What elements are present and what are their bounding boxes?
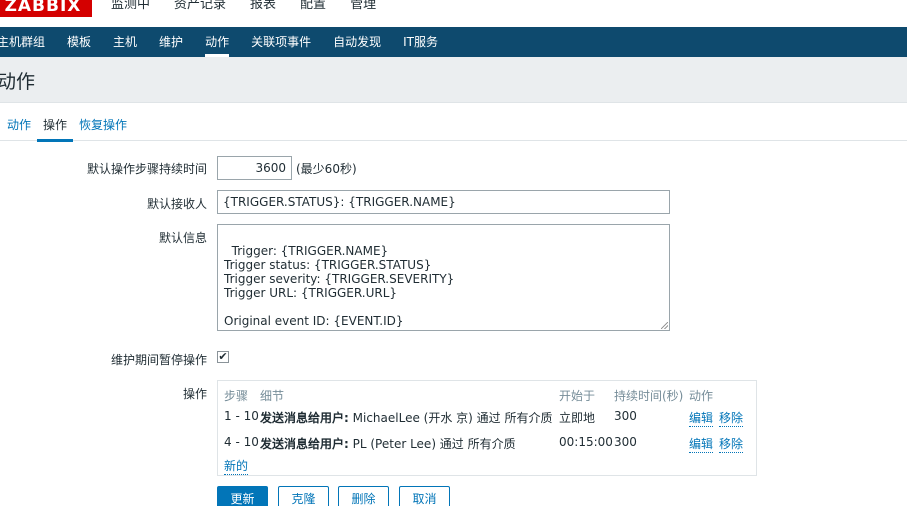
default-message-textarea[interactable]: Trigger: {TRIGGER.NAME} Trigger status: … bbox=[217, 224, 670, 331]
row-detail-text: PL (Peter Lee) 通过 所有介质 bbox=[348, 437, 516, 451]
row-start-in: 立即地 bbox=[559, 411, 596, 425]
row-start-in: 00:15:00 bbox=[559, 435, 613, 449]
new-operation-link[interactable]: 新的 bbox=[224, 457, 249, 475]
row-detail-type: 发送消息给用户: bbox=[260, 411, 349, 425]
cancel-button[interactable]: 取消 bbox=[399, 486, 450, 506]
tab-action[interactable]: 动作 bbox=[1, 113, 37, 141]
sub-nav-discovery[interactable]: 自动发现 bbox=[333, 27, 381, 57]
page-header: 动作 bbox=[0, 57, 907, 103]
default-subject-input[interactable]: {TRIGGER.STATUS}: {TRIGGER.NAME} bbox=[217, 190, 670, 214]
pause-checkbox[interactable]: ✔ bbox=[217, 351, 229, 363]
sub-nav-correlation[interactable]: 关联项事件 bbox=[251, 27, 311, 57]
sub-nav-maintenance[interactable]: 维护 bbox=[159, 27, 183, 57]
edit-link[interactable]: 编辑 bbox=[689, 435, 714, 453]
top-menu-monitoring[interactable]: 监测中 bbox=[111, 0, 150, 15]
delete-button[interactable]: 删除 bbox=[338, 486, 389, 506]
row-detail-text: MichaelLee (开水 京) 通过 所有介质 bbox=[348, 411, 553, 425]
form-tabs: 动作 操作 恢复操作 bbox=[0, 113, 907, 142]
top-menu-configuration[interactable]: 配置 bbox=[300, 0, 326, 15]
zabbix-logo[interactable]: ZABBIX bbox=[0, 0, 92, 17]
header-action: 动作 bbox=[689, 389, 714, 403]
clone-button[interactable]: 克隆 bbox=[278, 486, 329, 506]
default-message-text: Trigger: {TRIGGER.NAME} Trigger status: … bbox=[224, 244, 455, 328]
sub-nav-it-services[interactable]: IT服务 bbox=[403, 27, 438, 57]
sub-nav-host-groups[interactable]: 主机群组 bbox=[0, 27, 45, 57]
pause-label: 维护期间暂停操作 bbox=[110, 353, 207, 367]
top-menu-inventory[interactable]: 资产记录 bbox=[174, 0, 226, 15]
remove-link[interactable]: 移除 bbox=[719, 435, 744, 453]
header-steps: 步骤 bbox=[224, 389, 249, 403]
step-duration-label: 默认操作步骤持续时间 bbox=[86, 162, 207, 176]
row-steps: 1 - 10 bbox=[224, 409, 259, 423]
header-duration: 持续时间(秒) bbox=[614, 389, 684, 403]
edit-link[interactable]: 编辑 bbox=[689, 409, 714, 427]
row-duration: 300 bbox=[614, 435, 637, 449]
sub-nav-templates[interactable]: 模板 bbox=[67, 27, 91, 57]
row-details: 发送消息给用户: MichaelLee (开水 京) 通过 所有介质 bbox=[260, 409, 552, 426]
top-menu: 监测中 资产记录 报表 配置 管理 bbox=[111, 0, 400, 15]
remove-link[interactable]: 移除 bbox=[719, 409, 744, 427]
update-button[interactable]: 更新 bbox=[217, 486, 268, 506]
operations-table: 步骤 细节 开始于 持续时间(秒) 动作 1 - 10 发送消息给用户: Mic… bbox=[217, 380, 757, 476]
top-menu-reports[interactable]: 报表 bbox=[250, 0, 276, 15]
tab-recovery-operations[interactable]: 恢复操作 bbox=[73, 113, 133, 141]
page-title: 动作 bbox=[0, 71, 36, 93]
top-bar: ZABBIX 监测中 资产记录 报表 配置 管理 bbox=[0, 0, 907, 27]
resize-handle-icon[interactable] bbox=[661, 322, 668, 329]
step-duration-hint: (最少60秒) bbox=[296, 162, 357, 176]
row-detail-type: 发送消息给用户: bbox=[260, 437, 349, 451]
checkmark-icon: ✔ bbox=[218, 350, 228, 363]
row-duration: 300 bbox=[614, 409, 637, 423]
tab-operations[interactable]: 操作 bbox=[37, 113, 74, 142]
message-label: 默认信息 bbox=[158, 231, 207, 245]
sub-nav-hosts[interactable]: 主机 bbox=[113, 27, 137, 57]
header-start-in: 开始于 bbox=[559, 389, 596, 403]
sub-nav-actions[interactable]: 动作 bbox=[205, 27, 230, 57]
step-duration-input[interactable]: 3600 bbox=[217, 156, 292, 180]
operations-label: 操作 bbox=[182, 387, 207, 401]
top-menu-administration[interactable]: 管理 bbox=[350, 0, 376, 15]
row-details: 发送消息给用户: PL (Peter Lee) 通过 所有介质 bbox=[260, 435, 516, 452]
row-steps: 4 - 10 bbox=[224, 435, 259, 449]
header-details: 细节 bbox=[260, 389, 285, 403]
recipient-label: 默认接收人 bbox=[146, 197, 207, 211]
sub-nav: 主机群组 模板 主机 维护 动作 关联项事件 自动发现 IT服务 bbox=[0, 27, 907, 57]
